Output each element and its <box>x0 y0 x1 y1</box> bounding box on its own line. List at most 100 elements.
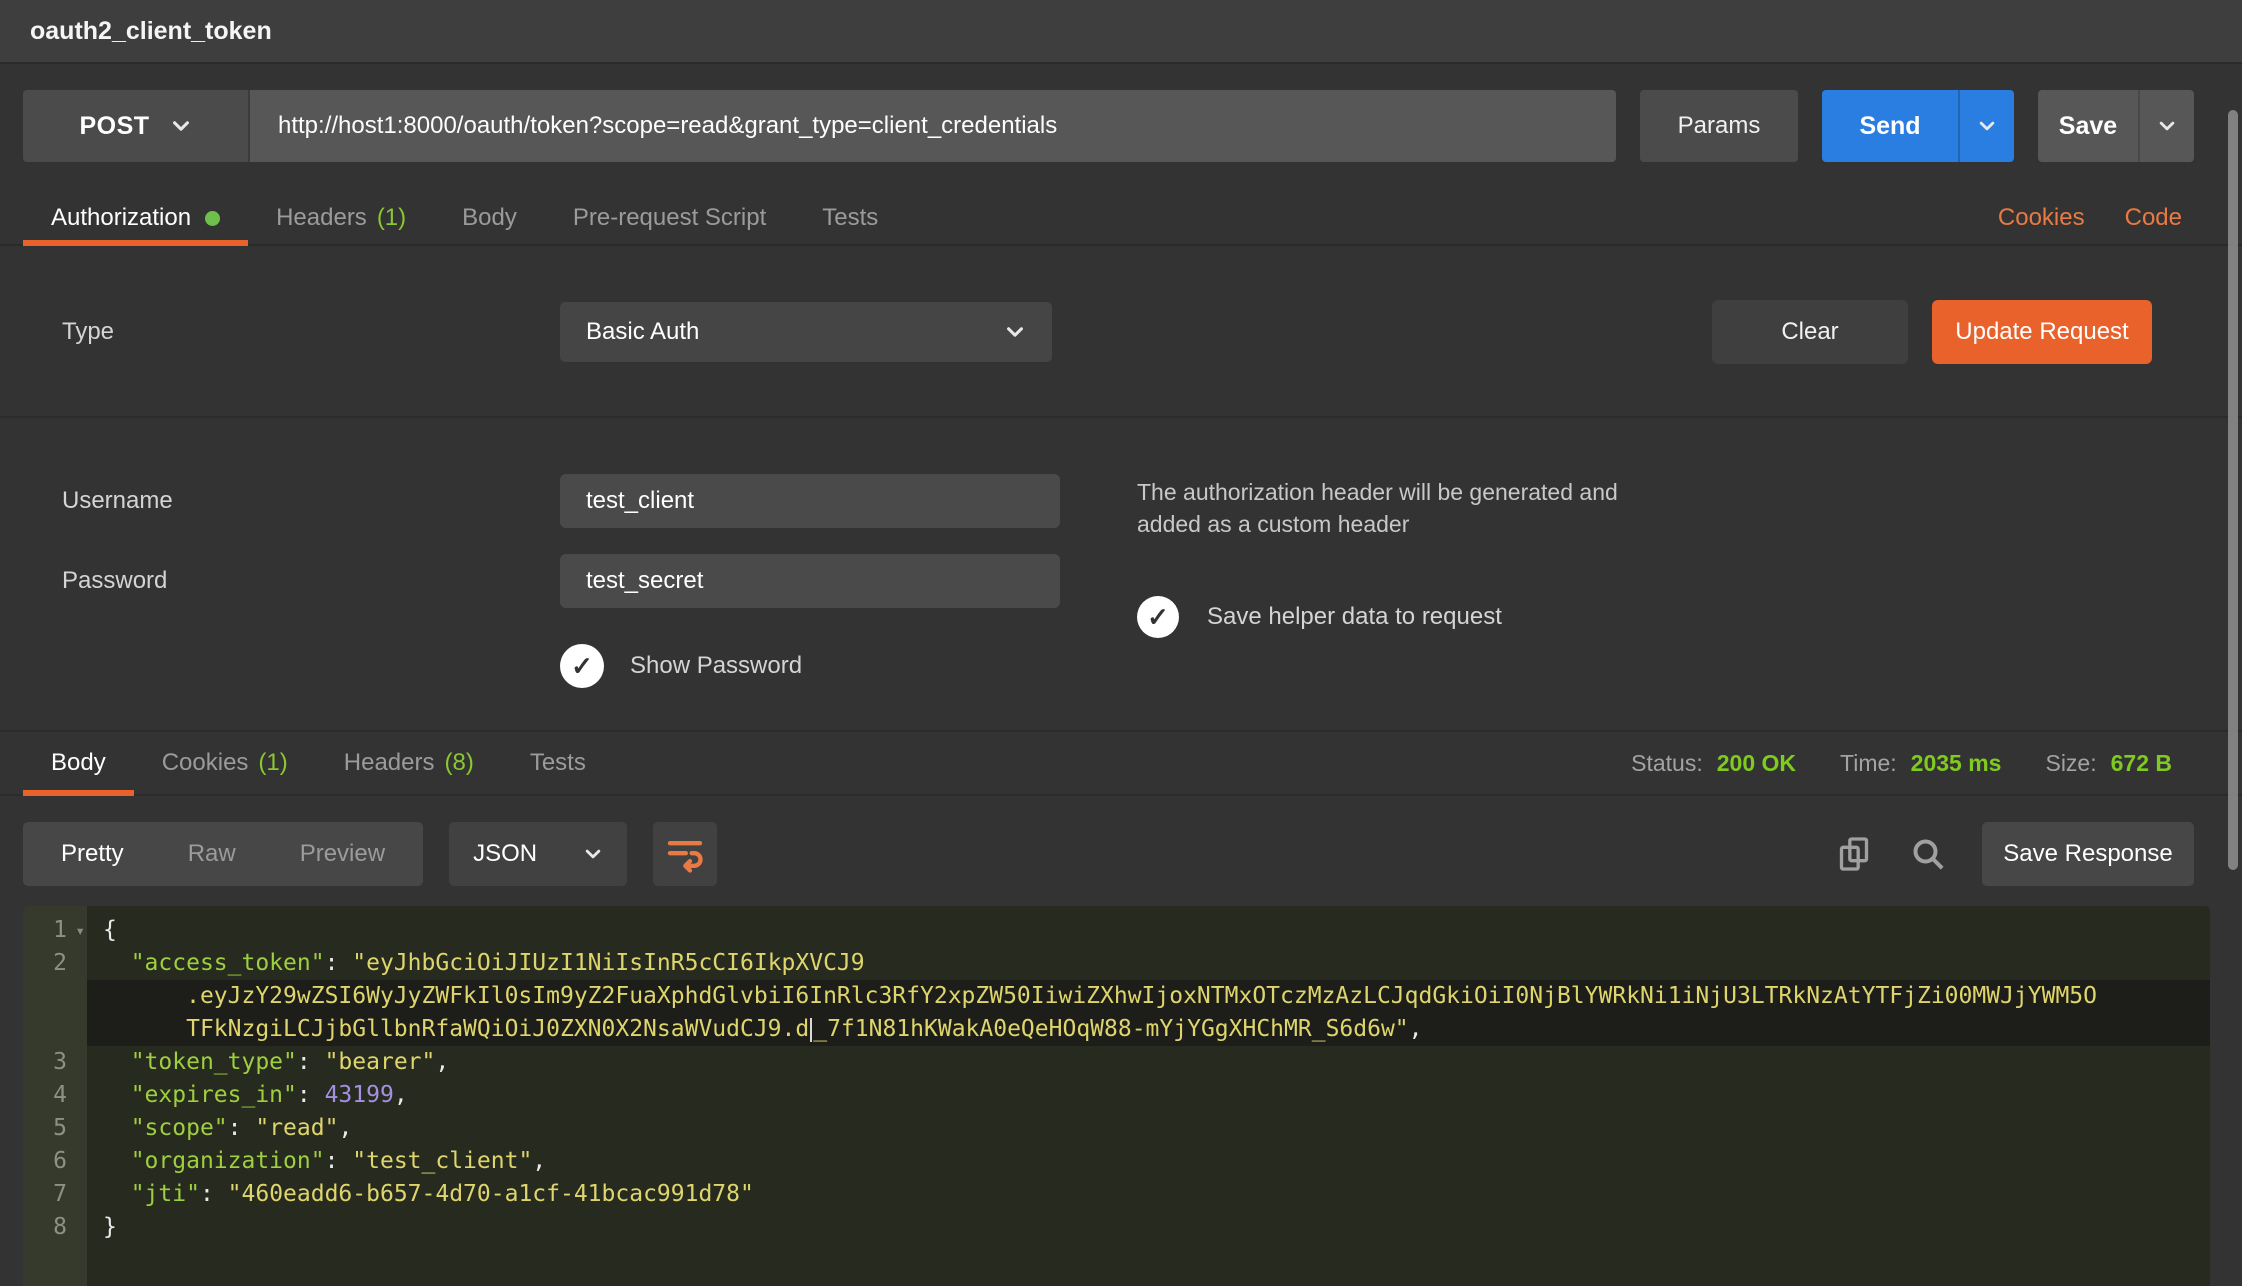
copy-icon[interactable] <box>1834 834 1874 874</box>
response-tab-body[interactable]: Body <box>23 732 134 794</box>
tab-headers[interactable]: Headers (1) <box>248 192 434 244</box>
helper-note-line2: added as a custom header <box>1137 508 2152 540</box>
show-password-row: ✓ Show Password <box>560 644 1137 688</box>
chevron-down-icon <box>170 115 192 137</box>
size-group: Size: 672 B <box>2045 750 2172 777</box>
auth-type-value: Basic Auth <box>586 318 699 346</box>
chevron-down-icon <box>2157 116 2177 136</box>
line-number: 5 <box>53 1115 67 1141</box>
page-scrollbar[interactable] <box>2228 110 2238 870</box>
auth-helper-note: The authorization header will be generat… <box>1137 476 2152 540</box>
request-tab-links: Cookies Code <box>1998 192 2182 244</box>
code-line-content: "jti": "460eadd6-b657-4d70-a1cf-41bcac99… <box>87 1178 2210 1211</box>
url-value: http://host1:8000/oauth/token?scope=read… <box>278 112 1057 140</box>
format-dropdown[interactable]: JSON <box>449 822 627 886</box>
code-line: 5 "scope": "read", <box>23 1112 2210 1145</box>
tab-count: (1) <box>258 749 287 777</box>
view-mode-preview[interactable]: Preview <box>268 840 417 868</box>
code-line: 8} <box>23 1211 2210 1244</box>
code-line: TFkNzgiLCJjbGllbnRfaWQiOiJ0ZXN0X2NsaWVud… <box>23 1013 2210 1046</box>
clear-button[interactable]: Clear <box>1712 300 1908 364</box>
code-link[interactable]: Code <box>2125 204 2182 232</box>
save-button[interactable]: Save <box>2038 90 2138 162</box>
request-title: oauth2_client_token <box>30 17 272 46</box>
save-helper-row: ✓ Save helper data to request <box>1137 596 2152 638</box>
username-row: Username <box>62 474 1137 528</box>
response-status-bar: Status: 200 OK Time: 2035 ms Size: 672 B <box>1587 732 2172 794</box>
status-value: 200 OK <box>1717 750 1796 777</box>
tab-count: (1) <box>377 204 406 232</box>
fold-arrow-icon[interactable]: ▾ <box>75 914 85 947</box>
save-response-button[interactable]: Save Response <box>1982 822 2194 886</box>
method-dropdown[interactable]: POST <box>23 90 250 162</box>
auth-type-dropdown[interactable]: Basic Auth <box>560 302 1052 362</box>
auth-form: Username Password ✓ Show Password The au… <box>0 418 2242 688</box>
search-icon[interactable] <box>1908 834 1948 874</box>
line-number: 1 <box>53 917 67 943</box>
helper-note-line1: The authorization header will be generat… <box>1137 476 2152 508</box>
view-mode-pretty[interactable]: Pretty <box>29 840 156 868</box>
view-mode-switcher: Pretty Raw Preview <box>23 822 423 886</box>
postman-window: oauth2_client_token POST http://host1:80… <box>0 0 2242 1286</box>
tab-label: Body <box>462 204 517 232</box>
response-tab-tests[interactable]: Tests <box>502 732 614 794</box>
check-icon: ✓ <box>1147 602 1169 633</box>
status-label: Status: <box>1631 750 1703 777</box>
save-button-group: Save <box>2038 90 2194 162</box>
method-value: POST <box>79 112 149 141</box>
username-input[interactable] <box>560 474 1060 528</box>
save-options-button[interactable] <box>2138 90 2194 162</box>
response-tabs: Body Cookies (1) Headers (8) Tests Statu… <box>0 732 2242 796</box>
show-password-checkbox[interactable]: ✓ <box>560 644 604 688</box>
request-title-bar: oauth2_client_token <box>0 0 2242 64</box>
code-line-content: "scope": "read", <box>87 1112 2210 1145</box>
code-line-content: "expires_in": 43199, <box>87 1079 2210 1112</box>
text-cursor <box>810 1018 812 1042</box>
send-button[interactable]: Send <box>1822 90 1958 162</box>
response-tab-headers[interactable]: Headers (8) <box>316 732 502 794</box>
code-line-content: "token_type": "bearer", <box>87 1046 2210 1079</box>
view-mode-raw[interactable]: Raw <box>156 840 268 868</box>
credentials-column: Username Password ✓ Show Password <box>62 474 1137 688</box>
code-line-content: "organization": "test_client", <box>87 1145 2210 1178</box>
code-lines: 1▾{2 "access_token": "eyJhbGciOiJIUzI1Ni… <box>23 914 2210 1244</box>
response-tab-cookies[interactable]: Cookies (1) <box>134 732 316 794</box>
password-input[interactable] <box>560 554 1060 608</box>
tab-tests[interactable]: Tests <box>794 192 906 244</box>
line-number: 7 <box>53 1181 67 1207</box>
response-section: Body Cookies (1) Headers (8) Tests Statu… <box>0 730 2242 796</box>
code-line-content: "access_token": "eyJhbGciOiJIUzI1NiIsInR… <box>87 947 2210 980</box>
show-password-label: Show Password <box>630 652 802 680</box>
tab-label: Headers <box>344 749 435 777</box>
tab-authorization[interactable]: Authorization <box>23 192 248 244</box>
save-helper-label: Save helper data to request <box>1207 603 1502 631</box>
tab-pre-request-script[interactable]: Pre-request Script <box>545 192 794 244</box>
tab-body[interactable]: Body <box>434 192 545 244</box>
response-body-editor[interactable]: 1▾{2 "access_token": "eyJhbGciOiJIUzI1Ni… <box>23 906 2210 1286</box>
check-icon: ✓ <box>571 651 593 682</box>
params-button[interactable]: Params <box>1640 90 1798 162</box>
wrap-text-button[interactable] <box>653 822 717 886</box>
auth-helper-column: The authorization header will be generat… <box>1137 474 2152 688</box>
cookies-link[interactable]: Cookies <box>1998 204 2085 232</box>
username-label: Username <box>62 487 560 515</box>
line-number: 8 <box>53 1214 67 1240</box>
password-label: Password <box>62 567 560 595</box>
code-line: .eyJzY29wZSI6WyJyZWFkIl0sIm9yZ2FuaXphdGl… <box>23 980 2210 1013</box>
response-toolbar: Pretty Raw Preview JSON <box>23 822 2194 886</box>
update-request-button[interactable]: Update Request <box>1932 300 2152 364</box>
line-number: 2 <box>53 950 67 976</box>
request-url-bar: POST http://host1:8000/oauth/token?scope… <box>23 90 2194 162</box>
wrap-text-icon <box>665 834 705 874</box>
auth-configured-dot <box>205 211 220 226</box>
code-line: 3 "token_type": "bearer", <box>23 1046 2210 1079</box>
status-group: Status: 200 OK <box>1631 750 1796 777</box>
send-options-button[interactable] <box>1958 90 2014 162</box>
type-label: Type <box>62 318 560 346</box>
request-tabs: Authorization Headers (1) Body Pre-reque… <box>0 192 2242 246</box>
code-line-content: .eyJzY29wZSI6WyJyZWFkIl0sIm9yZ2FuaXphdGl… <box>87 980 2210 1013</box>
tab-label: Headers <box>276 204 367 232</box>
url-input[interactable]: http://host1:8000/oauth/token?scope=read… <box>250 90 1616 162</box>
code-line: 7 "jti": "460eadd6-b657-4d70-a1cf-41bcac… <box>23 1178 2210 1211</box>
save-helper-checkbox[interactable]: ✓ <box>1137 596 1179 638</box>
